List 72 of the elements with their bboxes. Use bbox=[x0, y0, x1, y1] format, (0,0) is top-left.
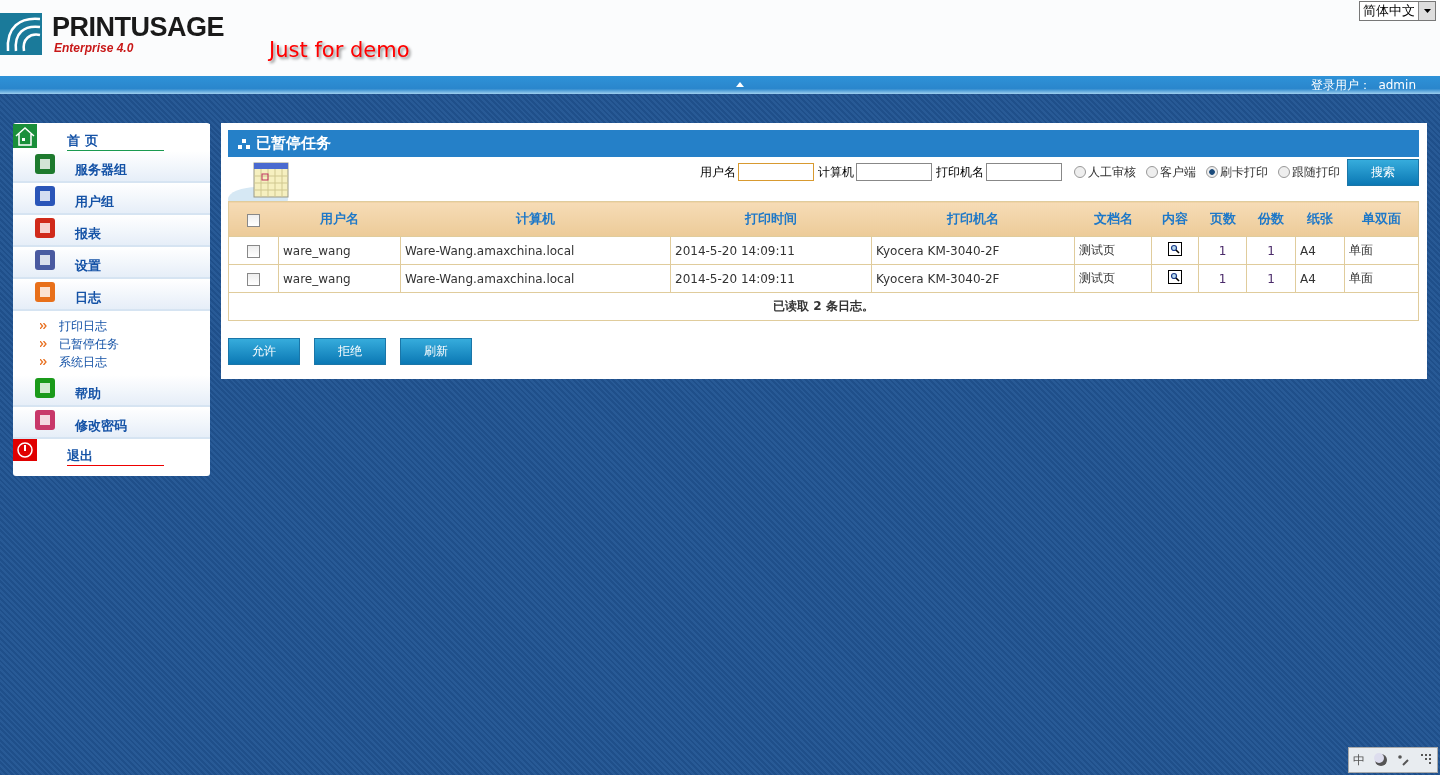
sidebar-item[interactable]: 用户组 bbox=[13, 183, 210, 215]
table-cell: A4 bbox=[1295, 264, 1345, 293]
filter-label: 计算机 bbox=[818, 163, 854, 181]
menu-icon bbox=[35, 186, 55, 206]
sidebar-item[interactable]: 服务器组 bbox=[13, 151, 210, 183]
logo-edition: Enterprise 4.0 bbox=[53, 41, 135, 55]
filter-label: 打印机名 bbox=[936, 163, 984, 181]
panel-title: 已暂停任务 bbox=[228, 130, 1419, 157]
mode-radio[interactable]: 跟随打印 bbox=[1278, 163, 1340, 181]
table-cell: 1 bbox=[1246, 236, 1296, 265]
menu-icon bbox=[35, 218, 55, 238]
sidebar-item[interactable]: 日志 bbox=[13, 279, 210, 311]
table-cell: 单面 bbox=[1344, 236, 1419, 265]
sidebar-item[interactable]: 帮助 bbox=[13, 375, 210, 407]
caret-icon bbox=[1423, 9, 1431, 13]
action-button[interactable]: 拒绝 bbox=[314, 338, 386, 365]
record-count: 已读取 2 条日志。 bbox=[228, 292, 1419, 321]
table-cell: 1 bbox=[1198, 236, 1247, 265]
sidebar-subitem[interactable]: 系统日志 bbox=[59, 353, 107, 371]
collapse-arrow-icon[interactable] bbox=[736, 82, 744, 87]
action-button[interactable]: 允许 bbox=[228, 338, 300, 365]
hierarchy-icon bbox=[238, 138, 250, 149]
demo-note: Just for demo bbox=[269, 38, 410, 62]
keyboard-icon[interactable] bbox=[1418, 753, 1433, 767]
sidebar-item[interactable]: 报表 bbox=[13, 215, 210, 247]
filter-field[interactable] bbox=[856, 163, 932, 181]
moon-icon[interactable] bbox=[1373, 753, 1388, 767]
table-cell: 2014-5-20 14:09:11 bbox=[670, 264, 872, 293]
view-content-icon[interactable] bbox=[1168, 242, 1182, 256]
sidebar-item[interactable]: 设置 bbox=[13, 247, 210, 279]
select-all-checkbox[interactable] bbox=[247, 213, 261, 227]
table-cell: 1 bbox=[1246, 264, 1296, 293]
sidebar-subitem[interactable]: 打印日志 bbox=[59, 317, 107, 335]
filter-label: 用户名 bbox=[700, 163, 736, 181]
table-cell: ware_wang bbox=[278, 264, 401, 293]
mode-radio[interactable]: 刷卡打印 bbox=[1206, 163, 1268, 181]
table-cell: ware_wang bbox=[278, 236, 401, 265]
table-cell: A4 bbox=[1295, 236, 1345, 265]
sidebar-item[interactable]: 修改密码 bbox=[13, 407, 210, 439]
logo-name: PRINTUSAGE bbox=[52, 13, 225, 41]
table-cell: Ware-Wang.amaxchina.local bbox=[400, 264, 671, 293]
power-icon bbox=[13, 439, 37, 461]
view-content-icon[interactable] bbox=[1168, 270, 1182, 284]
menu-icon bbox=[35, 378, 55, 398]
table-cell: 2014-5-20 14:09:11 bbox=[670, 236, 872, 265]
search-button[interactable]: 搜索 bbox=[1347, 158, 1419, 186]
table-cell: 单面 bbox=[1344, 264, 1419, 293]
menu-icon bbox=[35, 282, 55, 302]
chevron-icon bbox=[40, 341, 47, 347]
table-cell: 1 bbox=[1198, 264, 1247, 293]
filter-field[interactable] bbox=[986, 163, 1062, 181]
chevron-icon bbox=[40, 359, 47, 365]
mode-radio[interactable]: 客户端 bbox=[1146, 163, 1196, 181]
table-cell: Ware-Wang.amaxchina.local bbox=[400, 236, 671, 265]
punctuation-icon[interactable] bbox=[1396, 753, 1411, 767]
logged-in-user: 登录用户： admin bbox=[1310, 76, 1416, 94]
table-cell: Kyocera KM-3040-2F bbox=[871, 236, 1075, 265]
chevron-icon bbox=[40, 323, 47, 329]
menu-icon bbox=[35, 154, 55, 174]
table-cell: 测试页 bbox=[1074, 264, 1152, 293]
row-checkbox[interactable] bbox=[247, 244, 260, 258]
input-mode-toggle[interactable]: 中 bbox=[1353, 751, 1366, 769]
table-cell: Kyocera KM-3040-2F bbox=[871, 264, 1075, 293]
menu-icon bbox=[35, 250, 55, 270]
language-select[interactable]: 简体中文 bbox=[1359, 1, 1436, 21]
sidebar-item[interactable]: 首 页 bbox=[13, 124, 210, 151]
filter-field[interactable] bbox=[738, 163, 814, 181]
sidebar-subitem[interactable]: 已暂停任务 bbox=[59, 335, 119, 353]
row-checkbox[interactable] bbox=[247, 272, 260, 286]
mode-radio[interactable]: 人工审核 bbox=[1074, 163, 1136, 181]
menu-icon bbox=[35, 410, 55, 430]
table-cell: 测试页 bbox=[1074, 236, 1152, 265]
